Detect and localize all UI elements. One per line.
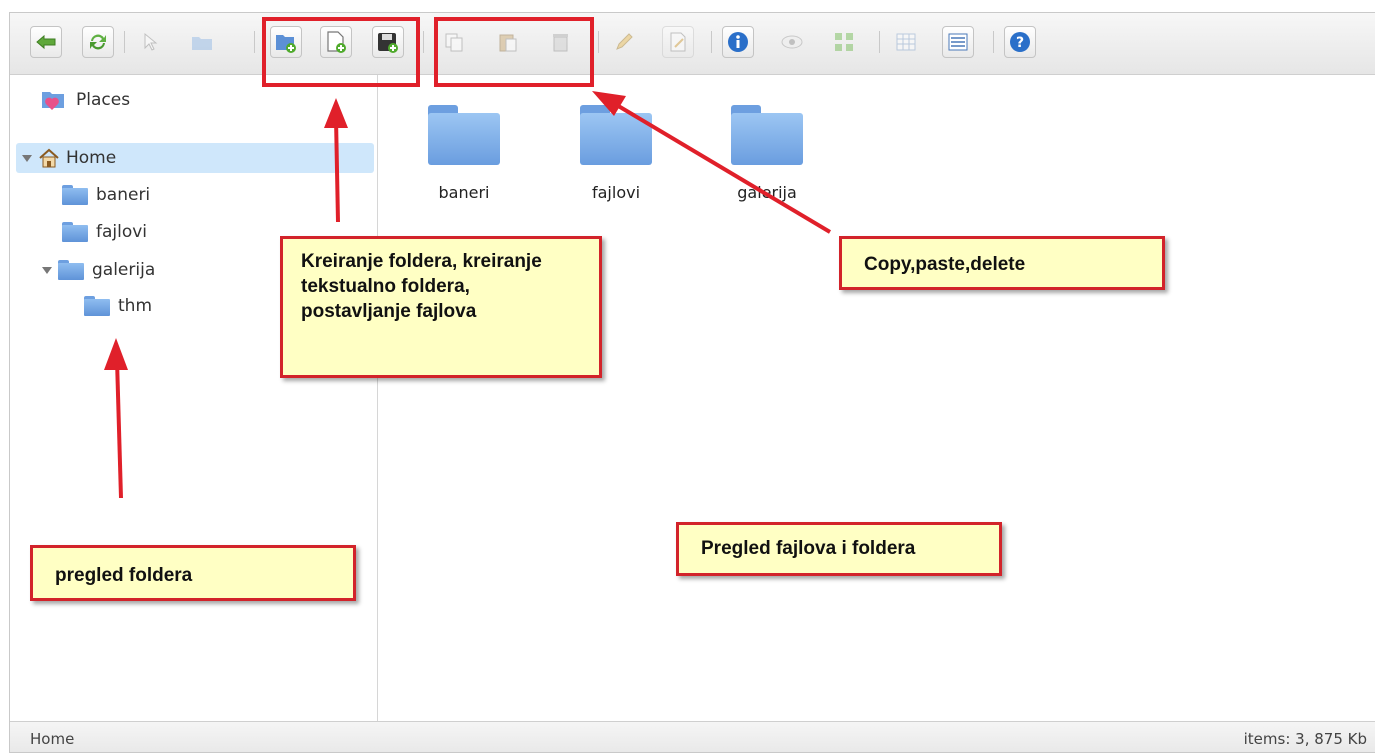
- note-file-view: Pregled fajlova i foldera: [676, 522, 1002, 576]
- note-text: pregled foldera: [55, 565, 193, 586]
- note-text: Copy,paste,delete: [864, 254, 1026, 275]
- note-copy-paste-delete: Copy,paste,delete: [839, 236, 1165, 290]
- note-text: Kreiranje foldera, kreiranje tekstualno …: [301, 251, 542, 322]
- arrowhead: [592, 91, 626, 116]
- annotation-arrows: [104, 91, 832, 499]
- arrow-to-tree: [115, 359, 123, 499]
- arrowhead: [324, 98, 348, 128]
- note-folder-view: pregled foldera: [30, 545, 356, 601]
- arrowhead: [104, 338, 128, 370]
- arrow-to-create-buttons: [334, 117, 340, 223]
- arrow-to-copy-buttons: [613, 102, 832, 234]
- note-text: Pregled fajlova i foldera: [701, 538, 916, 559]
- note-create-folders: Kreiranje foldera, kreiranje tekstualno …: [280, 236, 602, 378]
